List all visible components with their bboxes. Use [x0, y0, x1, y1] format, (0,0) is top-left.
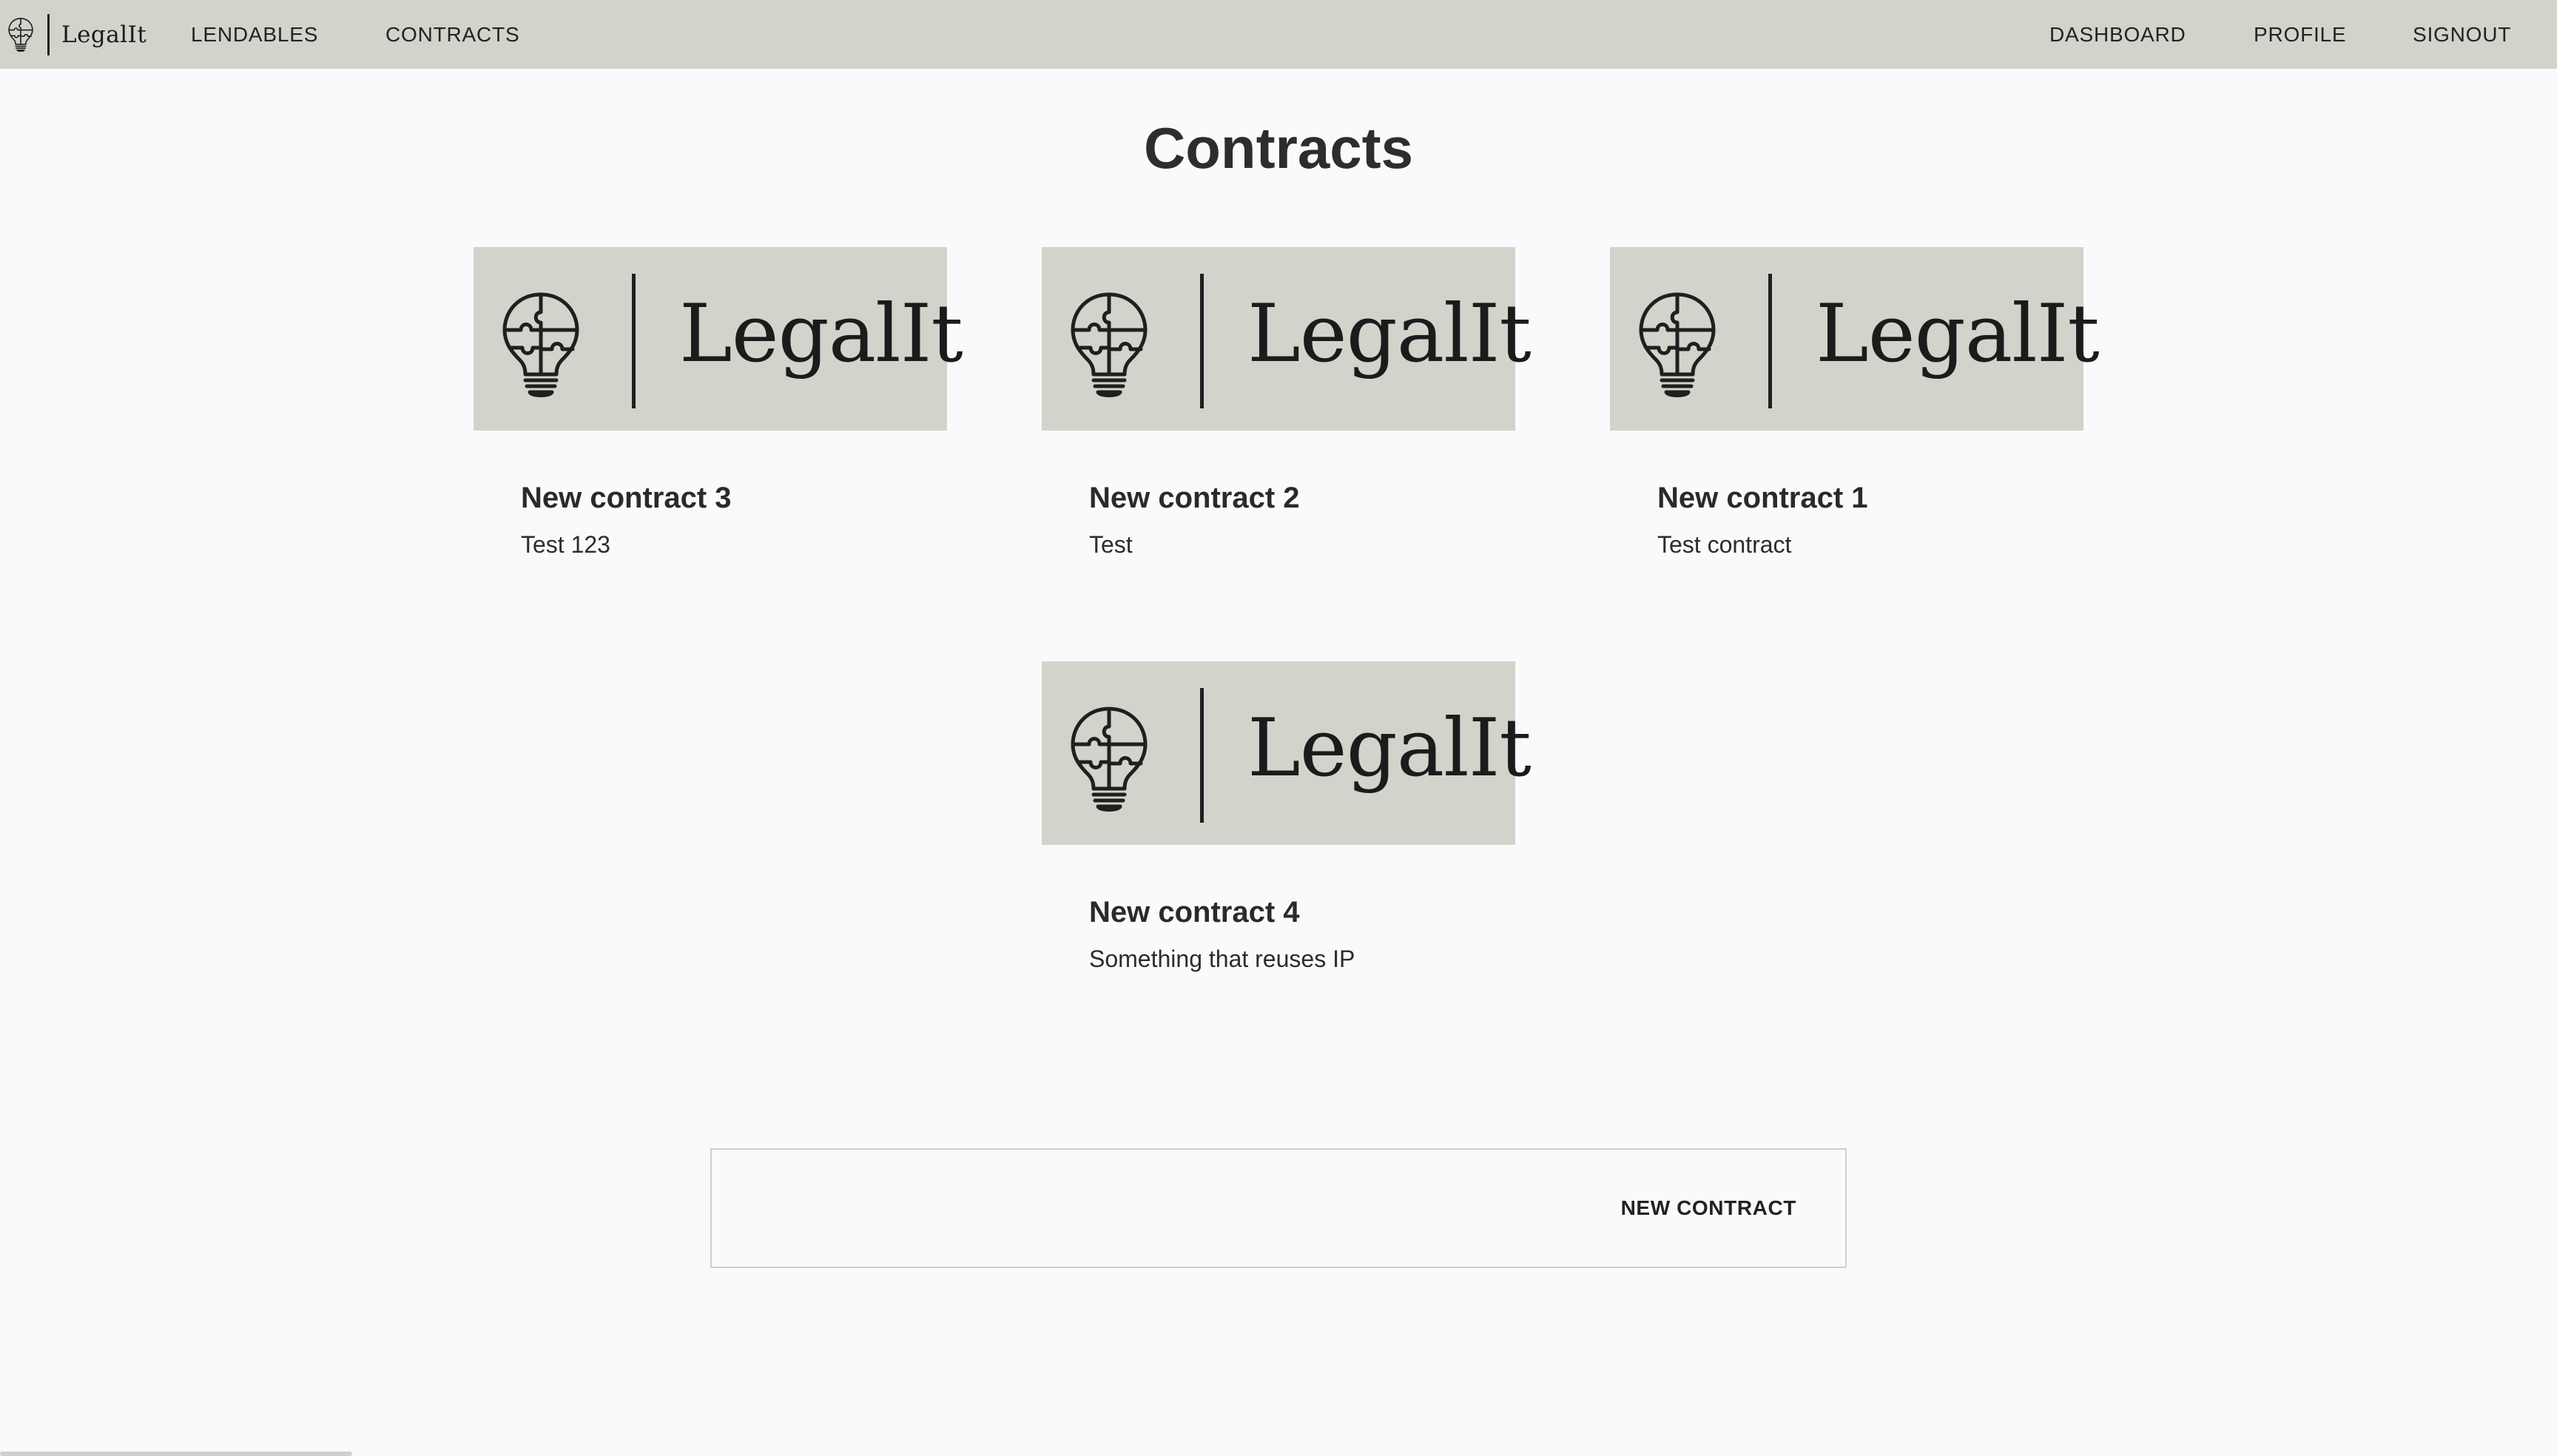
- page-title: Contracts: [1143, 115, 1414, 181]
- contract-title: New contract 4: [1089, 896, 1300, 928]
- contract-title: New contract 2: [1089, 482, 1300, 514]
- banner-divider: [1200, 688, 1204, 823]
- banner-brand-text: LegalIt: [1247, 288, 1532, 380]
- contract-title: New contract 3: [521, 482, 732, 514]
- lightbulb-puzzle-icon: [500, 290, 582, 400]
- contract-card[interactable]: LegalIt New contract 3 Test 123: [474, 247, 963, 559]
- lightbulb-puzzle-icon: [1068, 704, 1150, 814]
- contract-banner: LegalIt: [474, 247, 963, 431]
- contract-description: Test contract: [1657, 531, 1792, 558]
- contract-title: New contract 1: [1657, 482, 1868, 514]
- horizontal-scrollbar[interactable]: [0, 1452, 352, 1456]
- nav-link-contracts[interactable]: CONTRACTS: [385, 0, 519, 69]
- banner-divider: [632, 274, 636, 408]
- contract-card[interactable]: LegalIt New contract 2 Test: [1042, 247, 1532, 559]
- nav-link-lendables[interactable]: LENDABLES: [191, 0, 318, 69]
- brand-logo[interactable]: LegalIt: [0, 0, 146, 69]
- brand-name: LegalIt: [61, 21, 147, 48]
- contract-description: Something that reuses IP: [1089, 946, 1355, 972]
- contract-banner: LegalIt: [1610, 247, 2100, 431]
- banner-divider: [1768, 274, 1772, 408]
- contract-description: Test 123: [521, 531, 610, 558]
- banner-brand-text: LegalIt: [1816, 288, 2100, 380]
- lightbulb-puzzle-icon: [1637, 290, 1718, 400]
- lightbulb-puzzle-icon: [8, 17, 33, 52]
- banner-divider: [1200, 274, 1204, 408]
- banner-brand-text: LegalIt: [679, 288, 963, 380]
- contract-banner: LegalIt: [1042, 661, 1532, 845]
- nav-link-profile[interactable]: PROFILE: [2254, 0, 2346, 69]
- top-navbar: LegalIt LENDABLES CONTRACTS DASHBOARD PR…: [0, 0, 2557, 69]
- lightbulb-puzzle-icon: [1068, 290, 1150, 400]
- new-contract-button[interactable]: NEW CONTRACT: [1621, 1150, 1796, 1267]
- new-contract-panel: NEW CONTRACT: [710, 1148, 1847, 1268]
- brand-divider: [47, 13, 50, 55]
- contract-banner: LegalIt: [1042, 247, 1532, 431]
- banner-brand-text: LegalIt: [1247, 702, 1532, 795]
- contract-card[interactable]: LegalIt New contract 1 Test contract: [1610, 247, 2100, 559]
- nav-link-dashboard[interactable]: DASHBOARD: [2049, 0, 2186, 69]
- contract-card[interactable]: LegalIt New contract 4 Something that re…: [1042, 661, 1532, 974]
- nav-link-signout[interactable]: SIGNOUT: [2413, 0, 2511, 69]
- contract-description: Test: [1089, 531, 1133, 558]
